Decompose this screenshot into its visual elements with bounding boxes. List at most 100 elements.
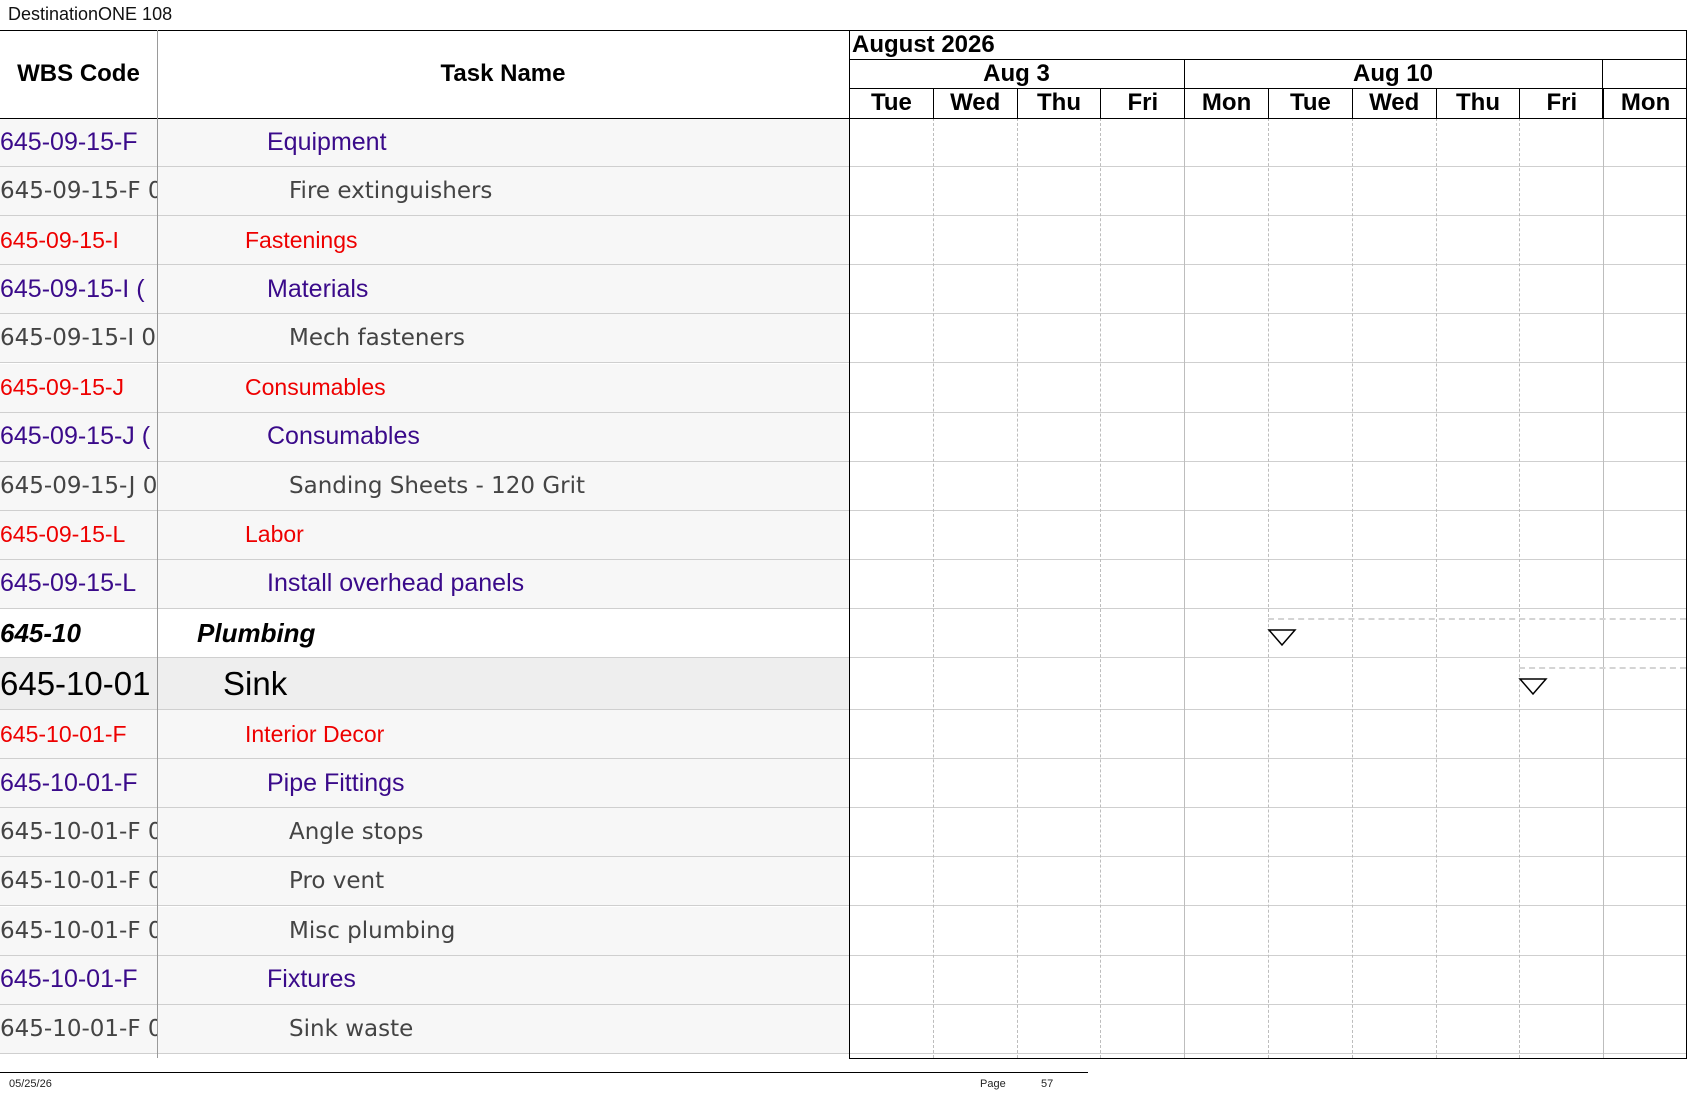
task-name-text: Consumables xyxy=(245,374,386,401)
task-name-cell[interactable]: Fixtures xyxy=(157,955,849,1005)
milestone-triangle-icon[interactable] xyxy=(1267,629,1298,647)
wbs-code-text: 645-10-01-F xyxy=(0,965,138,994)
task-name-cell[interactable]: Plumbing xyxy=(157,609,849,659)
document-title: DestinationONE 108 xyxy=(8,4,173,24)
day-header: Wed xyxy=(932,88,1017,118)
wbs-code-text: 645-10-01-F xyxy=(0,768,138,797)
wbs-code-text: 645-10-01-F 0 xyxy=(0,917,157,944)
day-header: Mon xyxy=(1603,88,1687,118)
wbs-code-cell[interactable]: 645-10-01-F xyxy=(0,710,157,760)
task-name-text: Sink xyxy=(223,664,288,702)
task-name-cell[interactable]: Pipe Fittings xyxy=(157,759,849,809)
wbs-code-cell[interactable]: 645-09-15-F xyxy=(0,118,157,168)
task-name-text: Fire extinguishers xyxy=(289,178,493,205)
wbs-code-text: 645-10-01-F xyxy=(0,720,127,747)
task-name-cell[interactable]: Mech fasteners xyxy=(157,314,849,364)
task-name-cell[interactable]: Interior Decor xyxy=(157,710,849,760)
task-name-cell[interactable]: Install overhead panels xyxy=(157,559,849,609)
wbs-code-cell[interactable]: 645-10-01-F 0 xyxy=(0,808,157,858)
gantt-sheet: WBS Code Task Name August 2026 Aug 3 Aug… xyxy=(0,30,1687,1059)
wbs-code-cell[interactable]: 645-10-01-F 0 xyxy=(0,906,157,956)
milestone-triangle-icon[interactable] xyxy=(1518,678,1549,696)
grid-left-border xyxy=(849,30,850,1058)
week-header-label: Aug 3 xyxy=(983,59,1050,87)
task-name-text: Plumbing xyxy=(197,617,316,648)
week-divider-next xyxy=(1602,59,1603,118)
footer-page-label: Page xyxy=(980,1078,1006,1090)
wbs-code-header[interactable]: WBS Code xyxy=(0,30,157,118)
day-header-label: Fri xyxy=(1546,89,1578,116)
task-name-text: Misc plumbing xyxy=(289,917,456,944)
task-name-text: Consumables xyxy=(267,422,420,451)
day-header: Thu xyxy=(1016,88,1101,118)
header-bottom-border xyxy=(0,118,1687,119)
wbs-column-divider xyxy=(157,30,158,1058)
day-gridline xyxy=(1351,118,1353,1058)
task-name-text: Install overhead panels xyxy=(267,569,525,598)
task-name-cell[interactable]: Misc plumbing xyxy=(157,906,849,956)
wbs-code-cell[interactable]: 645-10-01-F 0 xyxy=(0,1004,157,1054)
wbs-code-cell[interactable]: 645-09-15-I ( xyxy=(0,265,157,315)
task-name-cell[interactable]: Sink waste xyxy=(157,1004,849,1054)
day-header-label: Mon xyxy=(1620,89,1671,116)
wbs-code-cell[interactable]: 645-09-15-J 01 xyxy=(0,461,157,511)
wbs-code-text: 645-10-01-F 0 xyxy=(0,1015,157,1042)
wbs-code-cell[interactable]: 645-09-15-I 01 xyxy=(0,314,157,364)
wbs-code-cell[interactable]: 645-09-15-L xyxy=(0,510,157,560)
day-header: Fri xyxy=(1100,88,1184,118)
wbs-code-cell[interactable]: 645-09-15-F 0 xyxy=(0,167,157,217)
task-name-cell[interactable]: Pro vent xyxy=(157,857,849,907)
day-gridline xyxy=(1184,118,1186,1058)
task-name-text: Pro vent xyxy=(289,868,385,895)
task-name-header[interactable]: Task Name xyxy=(157,30,849,118)
day-header-label: Thu xyxy=(1037,89,1081,116)
summary-bar[interactable] xyxy=(1268,618,1686,620)
task-name-cell[interactable]: Angle stops xyxy=(157,808,849,858)
wbs-code-text: 645-09-15-I 01 xyxy=(0,325,157,352)
wbs-code-cell[interactable]: 645-09-15-L xyxy=(0,559,157,609)
wbs-code-cell[interactable]: 645-10-01 xyxy=(0,658,157,711)
task-name-text: Materials xyxy=(267,274,369,303)
task-name-text: Sanding Sheets - 120 Grit xyxy=(289,472,586,499)
day-header-label: Tue xyxy=(1289,89,1331,116)
day-gridline xyxy=(932,118,934,1058)
summary-bar[interactable] xyxy=(1519,667,1686,670)
wbs-code-cell[interactable]: 645-10-01-F xyxy=(0,955,157,1005)
day-header: Mon xyxy=(1184,88,1268,118)
task-name-cell[interactable]: Sink xyxy=(157,658,849,711)
day-header: Thu xyxy=(1435,88,1520,118)
task-name-cell[interactable]: Sanding Sheets - 120 Grit xyxy=(157,461,849,511)
wbs-code-text: 645-10-01-F 0 xyxy=(0,868,157,895)
task-name-cell[interactable]: Materials xyxy=(157,265,849,315)
task-name-text: Interior Decor xyxy=(245,720,385,747)
week-divider xyxy=(1184,59,1185,118)
day-header: Wed xyxy=(1351,88,1436,118)
task-name-cell[interactable]: Fastenings xyxy=(157,216,849,266)
wbs-code-cell[interactable]: 645-09-15-I xyxy=(0,216,157,266)
wbs-code-cell[interactable]: 645-10-01-F 0 xyxy=(0,857,157,907)
wbs-code-cell[interactable]: 645-09-15-J ( xyxy=(0,412,157,462)
task-name-text: Equipment xyxy=(267,127,387,156)
wbs-code-text: 645-10-01-F 0 xyxy=(0,819,157,846)
week-bottom-border xyxy=(849,88,1687,89)
footer-rule xyxy=(0,1072,1088,1073)
table-bottom-border xyxy=(849,1058,1687,1059)
task-name-cell[interactable]: Labor xyxy=(157,510,849,560)
wbs-code-cell[interactable]: 645-09-15-J xyxy=(0,363,157,413)
task-name-cell[interactable]: Consumables xyxy=(157,363,849,413)
wbs-code-cell[interactable]: 645-10-01-F xyxy=(0,759,157,809)
task-name-cell[interactable]: Fire extinguishers xyxy=(157,167,849,217)
day-header: Fri xyxy=(1519,88,1603,118)
wbs-code-text: 645-09-15-L xyxy=(0,569,137,598)
day-header-label: Thu xyxy=(1456,89,1500,116)
task-name-cell[interactable]: Consumables xyxy=(157,412,849,462)
week-header-label: Aug 10 xyxy=(1352,59,1433,87)
wbs-code-text: 645-09-15-J 01 xyxy=(0,472,157,499)
task-name-text: Fixtures xyxy=(267,965,356,994)
month-header: August 2026 xyxy=(849,30,1687,59)
week-header-aug-10: Aug 10 xyxy=(1184,59,1602,88)
wbs-code-text: 645-09-15-L xyxy=(0,521,126,548)
day-header-label: Fri xyxy=(1127,89,1159,116)
wbs-code-cell[interactable]: 645-10 xyxy=(0,609,157,659)
task-name-cell[interactable]: Equipment xyxy=(157,118,849,168)
